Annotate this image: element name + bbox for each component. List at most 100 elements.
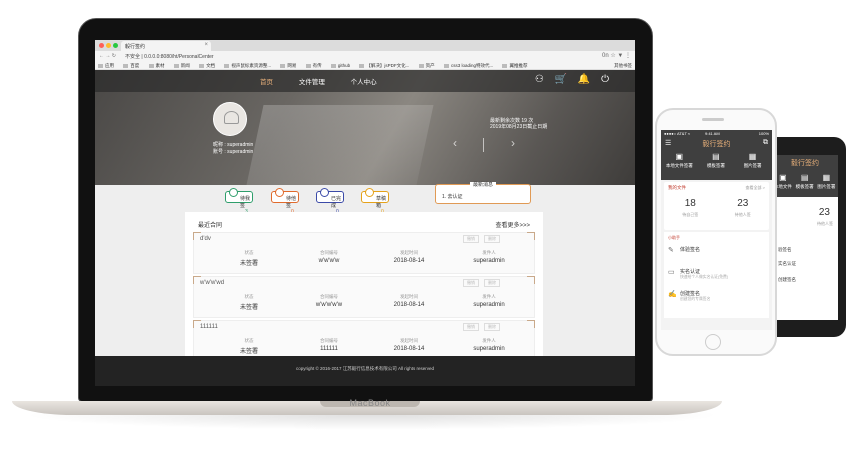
view-all-link[interactable]: 查看全部 >	[746, 185, 765, 191]
user-nickname: 昵称 : superadmin	[213, 142, 254, 148]
stat-drafts[interactable]: 草稿箱0	[361, 188, 389, 215]
bookmark-item[interactable]: 百度	[123, 63, 139, 69]
stat-awaiting-my-signature[interactable]: 待我签3	[225, 188, 253, 215]
contract-number: 111111	[320, 346, 338, 352]
slider-prev-icon[interactable]: ‹	[453, 136, 457, 150]
list-item-try-signature[interactable]: ✎ 体验签名	[668, 244, 768, 262]
browser-toolbar-icons[interactable]: 0n ☆ ▼ ⋮	[602, 52, 631, 59]
android-app-header: 毅行签约	[772, 155, 838, 171]
count-awaiting-others[interactable]: 23	[717, 198, 770, 209]
iphone-screen: ●●●●○ AT&T ≈ 9:41 AM 100% ☰ 毅行签约 ⧉ ▣ 本地文件…	[661, 130, 772, 330]
document-icon	[229, 188, 238, 197]
bookmark-item[interactable]: 素材	[148, 63, 165, 69]
view-more-link[interactable]: 查看更多>>>	[495, 220, 530, 229]
count-label: 待自己签	[682, 212, 699, 217]
close-window-icon[interactable]	[99, 43, 104, 48]
header-number: 合同编号	[320, 338, 338, 343]
delete-button[interactable]: 删除	[484, 323, 500, 331]
bookmark-item[interactable]: 文档	[199, 63, 215, 69]
android-tile[interactable]: ▤ 模板签署	[794, 173, 816, 190]
template-icon: ▤	[712, 152, 720, 161]
nav-file-management[interactable]: 文件管理	[299, 79, 325, 86]
laptop-brand: MacBook	[349, 398, 391, 408]
revoke-button[interactable]: 撤销	[463, 235, 479, 243]
contract-name: w'w'w'wd	[200, 280, 225, 286]
bookmark-item[interactable]: 翼推推荐	[502, 63, 527, 69]
my-files-title: 我的文件	[668, 185, 686, 190]
iphone-home-button[interactable]	[705, 334, 721, 350]
scan-icon[interactable]: ⧉	[763, 139, 768, 147]
header-status: 状态	[244, 250, 254, 255]
header-sender: 发件人	[482, 294, 496, 299]
nav-home[interactable]: 首页	[260, 79, 273, 86]
folder-icon	[173, 64, 179, 68]
list-item-create-signature[interactable]: ✍ 创建签名 创建您的专属签名	[668, 288, 768, 306]
bookmark-item[interactable]: 新闻	[173, 63, 190, 69]
minimize-window-icon[interactable]	[106, 43, 111, 48]
contract-status: 未签署	[239, 305, 258, 311]
id-card-icon: ▭	[668, 269, 675, 276]
contract-name: 111111	[200, 324, 218, 330]
slider-divider	[483, 138, 484, 152]
android-list-item[interactable]: 创建签名	[778, 277, 796, 283]
other-bookmarks[interactable]: 其他书签	[614, 63, 632, 69]
stat-completed[interactable]: 已完成0	[316, 188, 344, 215]
menu-icon[interactable]: ☰	[665, 139, 671, 147]
assistant-list: 小助手 ✎ 体验签名 ▭ 实名认证 快速给个人做实名认证(免费) ✍ 创建签名 …	[664, 232, 769, 318]
header-date: 发起时间	[400, 250, 418, 255]
contract-card[interactable]: d'dv 撤销 删除 状态 合同编号 发起时间 发件人 未签署 w'w'w'w 2…	[193, 232, 535, 274]
url-field[interactable]: 不安全 | 0.0.0.0:8080/ht/PersonalCenter	[125, 53, 214, 60]
list-item-title: 创建签名	[680, 291, 701, 297]
bookmark-item[interactable]: css3 loading特效代...	[443, 63, 493, 69]
bookmark-item[interactable]: github	[330, 63, 350, 68]
bookmark-item[interactable]: 应用	[98, 63, 114, 69]
pen-icon: ✎	[668, 247, 674, 254]
android-count-value: 23	[818, 207, 830, 218]
nav-personal-center[interactable]: 个人中心	[351, 79, 377, 86]
folder-icon	[123, 64, 129, 68]
bookmark-item[interactable]: 视声鼠标素资源整...	[224, 63, 271, 69]
user-cart-bell-power-icons[interactable]: ⚇ 🛒 🔔 ⏻	[535, 74, 613, 85]
header-sender: 发件人	[482, 338, 496, 343]
bookmark-item[interactable]: 有传	[305, 63, 322, 69]
app-title: 毅行签约	[702, 141, 731, 148]
browser-nav-icons[interactable]: ← → ↻	[99, 53, 116, 59]
stat-label: 待我签	[240, 196, 251, 209]
bookmarks-bar: 应用 百度 素材 新闻 文档 视声鼠标素资源整... 网易 有传 github …	[95, 61, 635, 70]
tile-local-file-sign[interactable]: ▣ 本地文件签署	[661, 152, 698, 169]
tile-template-sign[interactable]: ▤ 模板签署	[698, 152, 735, 169]
browser-tab[interactable]: 毅行签约 ×	[121, 41, 211, 51]
android-list-item[interactable]: 实名认证	[778, 261, 796, 267]
delete-button[interactable]: 删除	[484, 279, 500, 287]
user-info: 昵称 : superadmin 账号 : superadmin	[213, 142, 253, 156]
avatar[interactable]	[213, 102, 247, 136]
revoke-button[interactable]: 撤销	[463, 323, 479, 331]
folder-icon	[224, 64, 230, 68]
news-item[interactable]: 1. 去认证	[442, 193, 463, 200]
list-item-verification[interactable]: ▭ 实名认证 快速给个人做实名认证(免费)	[668, 266, 768, 284]
address-bar: ← → ↻ 不安全 | 0.0.0.0:8080/ht/PersonalCent…	[95, 51, 635, 61]
maximize-window-icon[interactable]	[113, 43, 118, 48]
count-awaiting-me[interactable]: 18	[664, 198, 717, 209]
tile-image-sign[interactable]: ▦ 图片签署	[734, 152, 771, 169]
site-footer: copyright © 2016-2017 江苏毅行信息技术有限公司 All r…	[95, 356, 635, 386]
github-icon	[330, 64, 336, 68]
document-icon	[365, 188, 374, 197]
android-list-item[interactable]: 验签名	[778, 247, 792, 253]
stat-awaiting-others[interactable]: 待他签0	[271, 188, 299, 215]
android-count-label: 待他人签	[817, 221, 833, 226]
bookmark-item[interactable]: 【解决】jsPDF文化...	[359, 63, 409, 69]
contract-card[interactable]: w'w'w'wd 撤销 删除 状态 合同编号 发起时间 发件人 未签署 w'w'w…	[193, 276, 535, 318]
iphone-speaker	[702, 118, 724, 121]
android-tile[interactable]: ▦ 图片签署	[816, 173, 838, 190]
folder-icon	[502, 64, 508, 68]
delete-button[interactable]: 删除	[484, 235, 500, 243]
bookmark-item[interactable]: 资产	[418, 63, 435, 69]
bookmark-item[interactable]: 网易	[280, 63, 296, 69]
slider-next-icon[interactable]: ›	[511, 136, 515, 150]
file-icon: ▣	[675, 152, 684, 161]
corner-ornament	[527, 276, 535, 284]
android-counts: 23 待他人签	[772, 197, 838, 237]
tab-close-icon[interactable]: ×	[204, 42, 208, 48]
revoke-button[interactable]: 撤销	[463, 279, 479, 287]
